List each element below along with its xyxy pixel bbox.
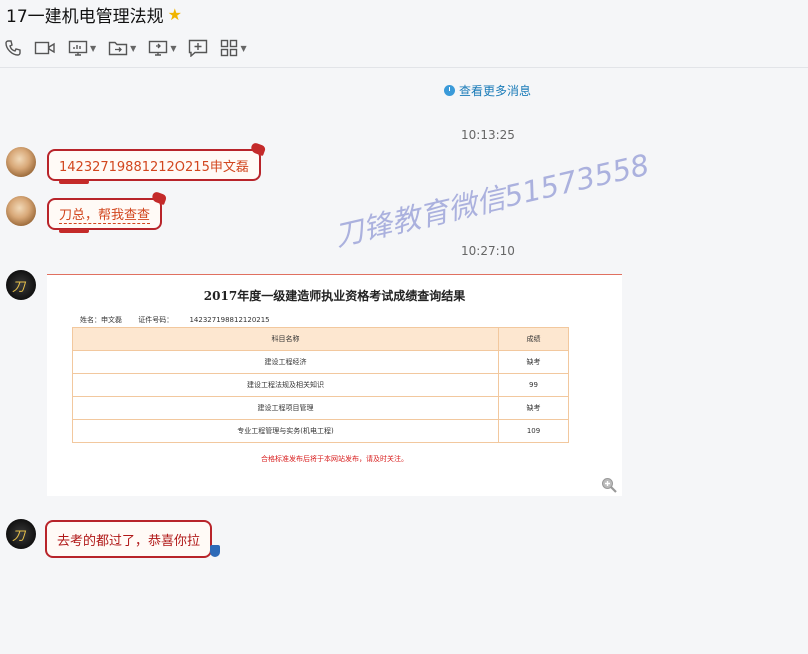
column-header: 科目名称 — [72, 327, 499, 351]
toolbar: ▼ ▼ ▼ ▼ — [4, 38, 259, 58]
apps-icon[interactable]: ▼ — [220, 38, 247, 58]
message-bubble[interactable]: 刀总，帮我查查 — [47, 190, 168, 233]
add-icon[interactable] — [188, 38, 208, 58]
chevron-down-icon[interactable]: ▼ — [90, 44, 96, 53]
view-more-messages-link[interactable]: 查看更多消息 — [444, 82, 531, 99]
image-message[interactable]: 2017年度一级建造师执业资格考试成绩查询结果 姓名：申文磊 证件号码： 142… — [47, 274, 622, 496]
subject-cell: 建设工程项目管理 — [72, 396, 499, 420]
screen-share-icon[interactable]: ▼ — [68, 38, 96, 58]
chat-header: 17一建机电管理法规 ★ ▼ ▼ ▼ ▼ — [0, 0, 808, 68]
avatar[interactable]: 刀 — [6, 519, 36, 549]
transfer-file-icon[interactable]: ▼ — [108, 38, 136, 58]
score-cell: 缺考 — [498, 396, 569, 420]
score-cell: 99 — [498, 373, 569, 397]
phone-icon[interactable] — [4, 38, 22, 58]
message-area: 查看更多消息 10:13:25 14232719881212O215申文磊 刀总… — [0, 69, 808, 654]
bubble-decoration — [249, 141, 267, 157]
group-name: 17一建机电管理法规 — [6, 7, 164, 27]
id-value: 142327198812120215 — [189, 316, 270, 324]
candidate-info: 姓名：申文磊 证件号码： 142327198812120215 — [80, 315, 284, 325]
timestamp: 10:27:10 — [461, 244, 515, 258]
bubble-decoration — [59, 229, 89, 233]
score-cell: 缺考 — [498, 350, 569, 374]
badge-icon — [210, 545, 220, 557]
chevron-down-icon[interactable]: ▼ — [130, 44, 136, 53]
result-title: 2017年度一级建造师执业资格考试成绩查询结果 — [203, 289, 466, 303]
window-title: 17一建机电管理法规 ★ — [6, 2, 182, 27]
subject-cell: 建设工程法规及相关知识 — [72, 373, 499, 397]
table-row: 专业工程管理与实务(机电工程) 109 — [72, 419, 569, 443]
result-note: 合格标准发布后将于本网站发布，请及时关注。 — [261, 455, 408, 463]
video-call-icon[interactable] — [34, 38, 56, 58]
name-field: 姓名：申文磊 — [80, 316, 122, 324]
chevron-down-icon[interactable]: ▼ — [170, 44, 176, 53]
avatar[interactable]: 刀 — [6, 270, 36, 300]
clock-icon — [444, 85, 455, 96]
view-more-label[interactable]: 查看更多消息 — [459, 82, 531, 99]
subject-cell: 专业工程管理与实务(机电工程) — [72, 419, 499, 443]
avatar-logo: 刀 — [12, 529, 26, 544]
star-icon[interactable]: ★ — [168, 5, 182, 24]
score-cell: 109 — [498, 419, 569, 443]
message-bubble[interactable]: 14232719881212O215申文磊 — [47, 141, 267, 184]
watermark: 刀锋教育微信51573558 — [331, 147, 653, 253]
avatar[interactable] — [6, 196, 36, 226]
table-row: 建设工程项目管理 缺考 — [72, 396, 569, 420]
column-header: 成绩 — [498, 327, 569, 351]
remote-desktop-icon[interactable]: ▼ — [148, 38, 176, 58]
subject-cell: 建设工程经济 — [72, 350, 499, 374]
chevron-down-icon[interactable]: ▼ — [240, 44, 246, 53]
bubble-decoration — [150, 190, 168, 206]
message-text: 去考的都过了，恭喜你拉 — [57, 533, 201, 549]
message-text: 14232719881212O215申文磊 — [59, 159, 249, 175]
message-bubble[interactable]: 去考的都过了，恭喜你拉 — [45, 520, 213, 558]
table-header: 科目名称 成绩 — [72, 327, 569, 351]
zoom-in-icon[interactable] — [601, 477, 617, 493]
score-table: 科目名称 成绩 建设工程经济 缺考 建设工程法规及相关知识 99 建设工程项目管… — [72, 327, 569, 443]
message-text: 刀总，帮我查查 — [59, 204, 151, 224]
bubble-decoration — [59, 180, 89, 184]
avatar[interactable] — [6, 147, 36, 177]
avatar-logo: 刀 — [12, 280, 26, 295]
timestamp: 10:13:25 — [461, 128, 515, 142]
table-row: 建设工程法规及相关知识 99 — [72, 373, 569, 397]
table-row: 建设工程经济 缺考 — [72, 350, 569, 374]
id-label: 证件号码： — [138, 316, 174, 324]
